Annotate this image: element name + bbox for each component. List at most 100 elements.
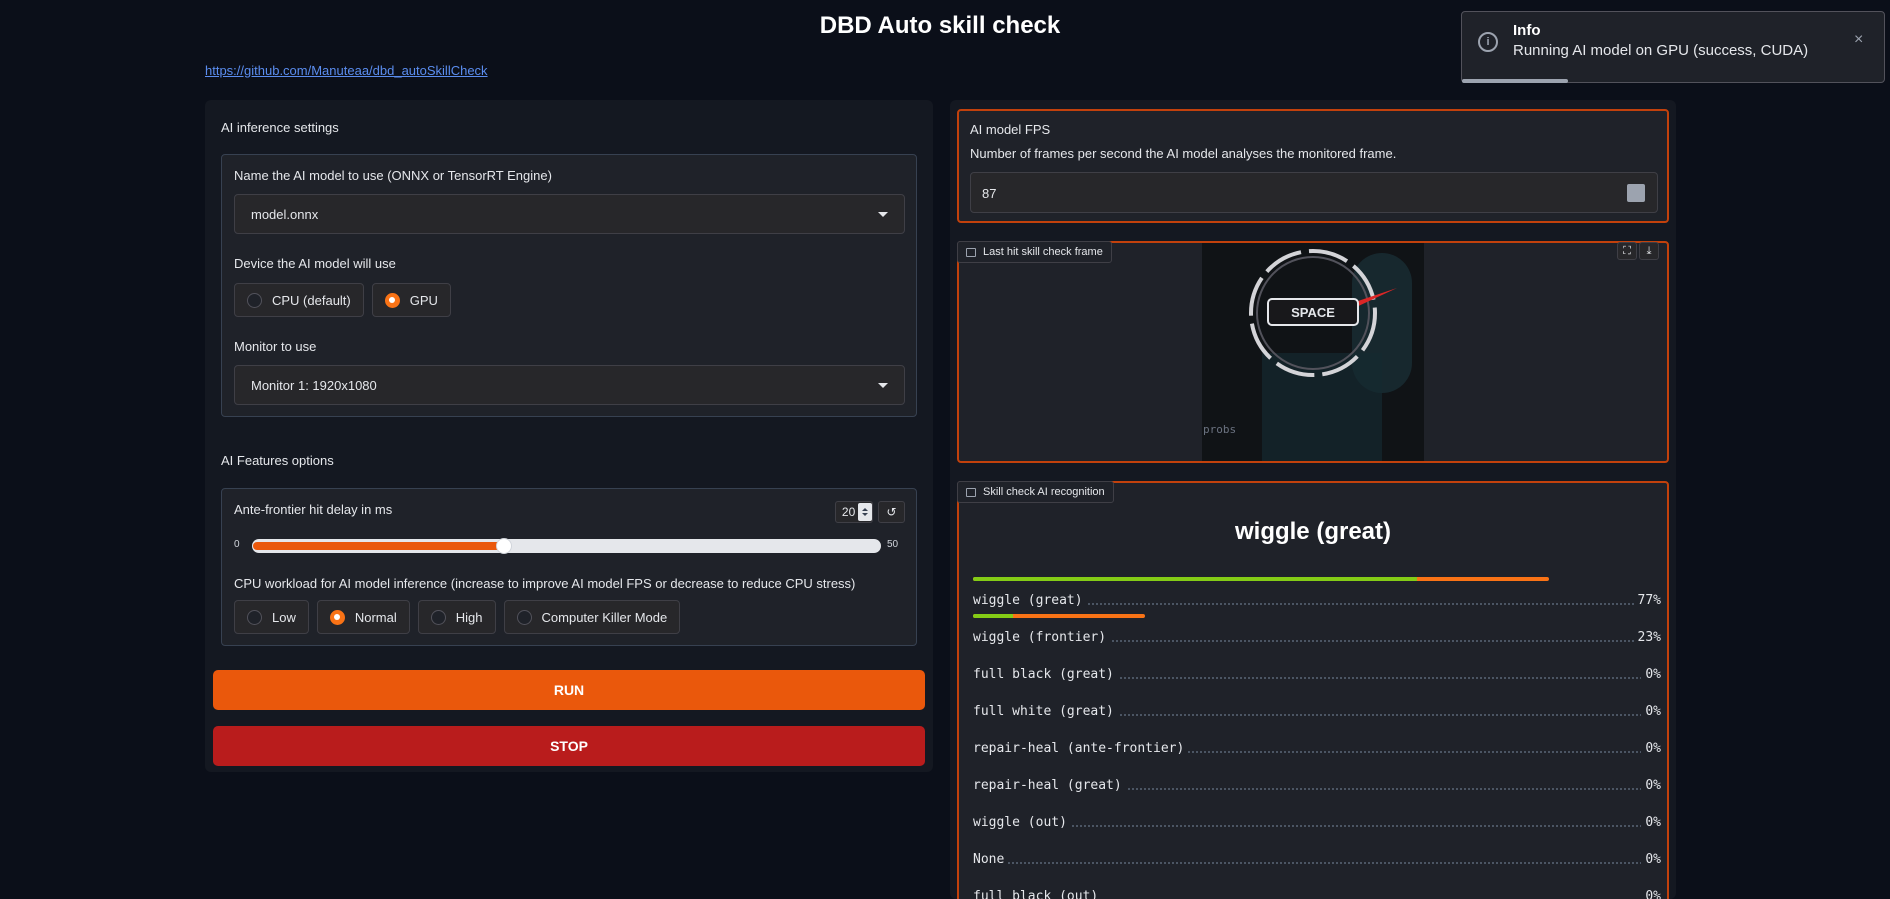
- frame-label: Last hit skill check frame: [983, 246, 1103, 258]
- toast-title: Info: [1513, 22, 1541, 39]
- frame-label-tag: Last hit skill check frame: [957, 241, 1112, 263]
- fps-title: AI model FPS: [970, 122, 1051, 137]
- probability-row: wiggle (great) 77%: [973, 577, 1661, 614]
- probability-label: wiggle (great): [973, 593, 1087, 608]
- model-dropdown[interactable]: model.onnx: [234, 194, 905, 234]
- features-section-title: AI Features options: [221, 453, 334, 468]
- radio-dot: [516, 609, 532, 625]
- cpu-workload-label: CPU workload for AI model inference (inc…: [234, 576, 856, 591]
- cpu-option-label: High: [455, 609, 483, 625]
- right-panel: AI model FPS Number of frames per second…: [950, 100, 1676, 899]
- probability-bar: [973, 614, 1145, 618]
- probability-percent: 0%: [1641, 852, 1661, 867]
- radio-dot-selected: [329, 609, 345, 625]
- left-panel: AI inference settings Name the AI model …: [205, 100, 933, 772]
- frame-box: SPACE probs ⛶ ⤓: [957, 241, 1669, 463]
- cpu-option-label: Normal: [354, 609, 397, 625]
- inference-settings-block: Name the AI model to use (ONNX or Tensor…: [221, 154, 917, 417]
- probability-row: full white (great) 0%: [973, 688, 1661, 725]
- cpu-option-label: Low: [272, 609, 296, 625]
- probability-percent: 77%: [1633, 593, 1661, 608]
- probability-row: repair-heal (ante-frontier) 0%: [973, 725, 1661, 762]
- device-radio-group: CPU (default) GPU: [234, 283, 451, 317]
- probability-label: full black (out): [973, 889, 1103, 899]
- monitor-value: Monitor 1: 1920x1080: [251, 377, 377, 393]
- probability-label: full black (great): [973, 667, 1118, 682]
- download-icon[interactable]: ⤓: [1639, 242, 1659, 260]
- device-label: Device the AI model will use: [234, 256, 396, 271]
- radio-dot-selected: [384, 292, 400, 308]
- skill-check-image: SPACE probs: [1202, 243, 1424, 461]
- frame-overlay-text: probs: [1203, 423, 1237, 436]
- device-option-label: GPU: [409, 292, 438, 308]
- square-icon: [1627, 184, 1645, 202]
- features-block: Ante-frontier hit delay in ms 20 ↺ 0 50 …: [221, 488, 917, 646]
- cpu-radio-group: Low Normal High Computer Killer Mode: [234, 600, 681, 634]
- probability-row: wiggle (frontier) 23%: [973, 614, 1661, 651]
- toast-progress-bar: [1462, 79, 1568, 83]
- reset-icon[interactable]: ↺: [878, 501, 905, 523]
- cpu-option-normal[interactable]: Normal: [316, 600, 410, 634]
- delay-slider-thumb[interactable]: [496, 538, 512, 554]
- dotted-leader: [973, 862, 1661, 864]
- stop-button[interactable]: STOP: [213, 726, 925, 766]
- delay-number-input[interactable]: 20: [835, 501, 873, 523]
- probability-row: repair-heal (great) 0%: [973, 762, 1661, 799]
- probability-percent: 0%: [1641, 778, 1661, 793]
- probability-bar: [973, 577, 1549, 581]
- repo-link[interactable]: https://github.com/Manuteaa/dbd_autoSkil…: [205, 63, 488, 78]
- radio-dot: [430, 609, 446, 625]
- skill-check-key: SPACE: [1291, 304, 1335, 320]
- probability-percent: 0%: [1641, 667, 1661, 682]
- info-icon: i: [1478, 32, 1498, 52]
- run-button[interactable]: RUN: [213, 670, 925, 710]
- monitor-label: Monitor to use: [234, 339, 317, 354]
- fullscreen-icon[interactable]: ⛶: [1617, 242, 1637, 260]
- probability-percent: 0%: [1641, 741, 1661, 756]
- probability-label: repair-heal (great): [973, 778, 1126, 793]
- delay-slider-fill: [253, 542, 505, 550]
- probability-row: full black (great) 0%: [973, 651, 1661, 688]
- probability-percent: 0%: [1641, 704, 1661, 719]
- probability-label: wiggle (out): [973, 815, 1071, 830]
- dotted-leader: [973, 825, 1661, 827]
- recognition-label: Skill check AI recognition: [983, 486, 1105, 498]
- slider-max-label: 50: [887, 539, 899, 550]
- recognition-box: wiggle (great) wiggle (great) 77% wiggle (…: [957, 481, 1669, 899]
- probability-label: wiggle (frontier): [973, 630, 1111, 645]
- cpu-option-label: Computer Killer Mode: [541, 609, 668, 625]
- probability-bar-fill: [973, 614, 1013, 618]
- chart-icon: [966, 487, 976, 497]
- fps-value: 87: [982, 186, 997, 201]
- slider-min-label: 0: [234, 539, 240, 550]
- image-icon: [966, 247, 976, 257]
- model-value: model.onnx: [251, 206, 319, 222]
- inference-section-title: AI inference settings: [221, 120, 339, 135]
- device-option-cpu[interactable]: CPU (default): [234, 283, 364, 317]
- model-label: Name the AI model to use (ONNX or Tensor…: [234, 168, 552, 183]
- delay-slider-track[interactable]: [252, 538, 881, 554]
- probability-row: wiggle (out) 0%: [973, 799, 1661, 836]
- probability-bar-fill: [973, 577, 1417, 581]
- cpu-option-high[interactable]: High: [417, 600, 496, 634]
- fps-description: Number of frames per second the AI model…: [970, 146, 1397, 161]
- stepper-arrows-icon[interactable]: [858, 503, 872, 521]
- probability-percent: 0%: [1641, 815, 1661, 830]
- probability-label: full white (great): [973, 704, 1118, 719]
- radio-dot: [247, 292, 262, 308]
- delay-value: 20: [841, 505, 856, 519]
- delay-label: Ante-frontier hit delay in ms: [234, 502, 393, 517]
- device-option-label: CPU (default): [272, 292, 351, 308]
- monitor-dropdown[interactable]: Monitor 1: 1920x1080: [234, 365, 905, 405]
- cpu-option-computer-killer[interactable]: Computer Killer Mode: [503, 600, 681, 634]
- device-option-gpu[interactable]: GPU: [371, 283, 451, 317]
- fps-box: AI model FPS Number of frames per second…: [957, 109, 1669, 223]
- probability-label: repair-heal (ante-frontier): [973, 741, 1189, 756]
- chevron-down-icon: [878, 382, 888, 388]
- probability-percent: 23%: [1633, 630, 1661, 645]
- toast-message: Running AI model on GPU (success, CUDA): [1513, 42, 1809, 59]
- close-icon[interactable]: ×: [1854, 32, 1863, 48]
- probability-row: None 0%: [973, 836, 1661, 873]
- cpu-option-low[interactable]: Low: [234, 600, 309, 634]
- recognition-label-tag: Skill check AI recognition: [957, 481, 1114, 503]
